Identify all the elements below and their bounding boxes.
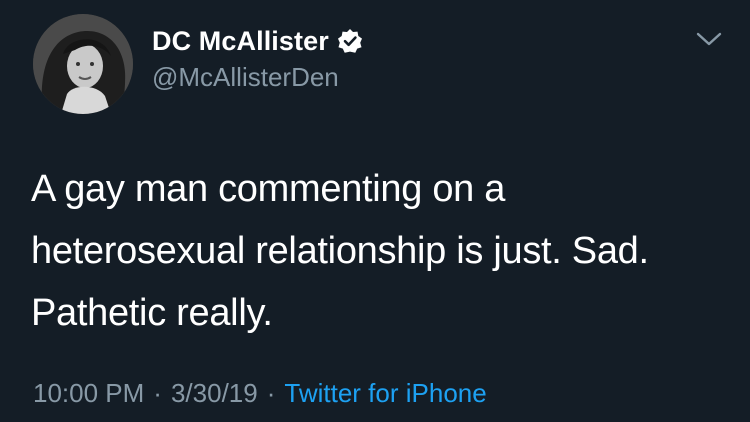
author-handle[interactable]: @McAllisterDen <box>152 62 339 93</box>
tweet-source-link[interactable]: Twitter for iPhone <box>284 378 486 409</box>
meta-separator: · <box>266 378 276 408</box>
author-name-row: DC McAllister <box>152 24 363 58</box>
chevron-down-icon[interactable] <box>694 28 724 50</box>
tweet-text-line: heterosexual relationship is just. Sad. <box>31 230 649 272</box>
tweet-time[interactable]: 10:00 PM <box>33 378 144 409</box>
tweet-card: DC McAllister @McAllisterDen A gay man c… <box>0 0 750 422</box>
meta-separator: · <box>153 378 162 408</box>
avatar[interactable] <box>33 14 133 114</box>
author-display-name[interactable]: DC McAllister <box>152 26 329 57</box>
tweet-text-line: Pathetic really. <box>31 292 273 334</box>
tweet-meta: 10:00 PM · 3/30/19 · Twitter for iPhone <box>33 378 487 409</box>
tweet-text: A gay man commenting on a heterosexual r… <box>31 158 731 344</box>
tweet-date[interactable]: 3/30/19 <box>171 378 258 409</box>
verified-badge-icon <box>337 28 363 54</box>
avatar-image <box>33 14 133 114</box>
tweet-text-line: A gay man commenting on a <box>31 168 506 210</box>
